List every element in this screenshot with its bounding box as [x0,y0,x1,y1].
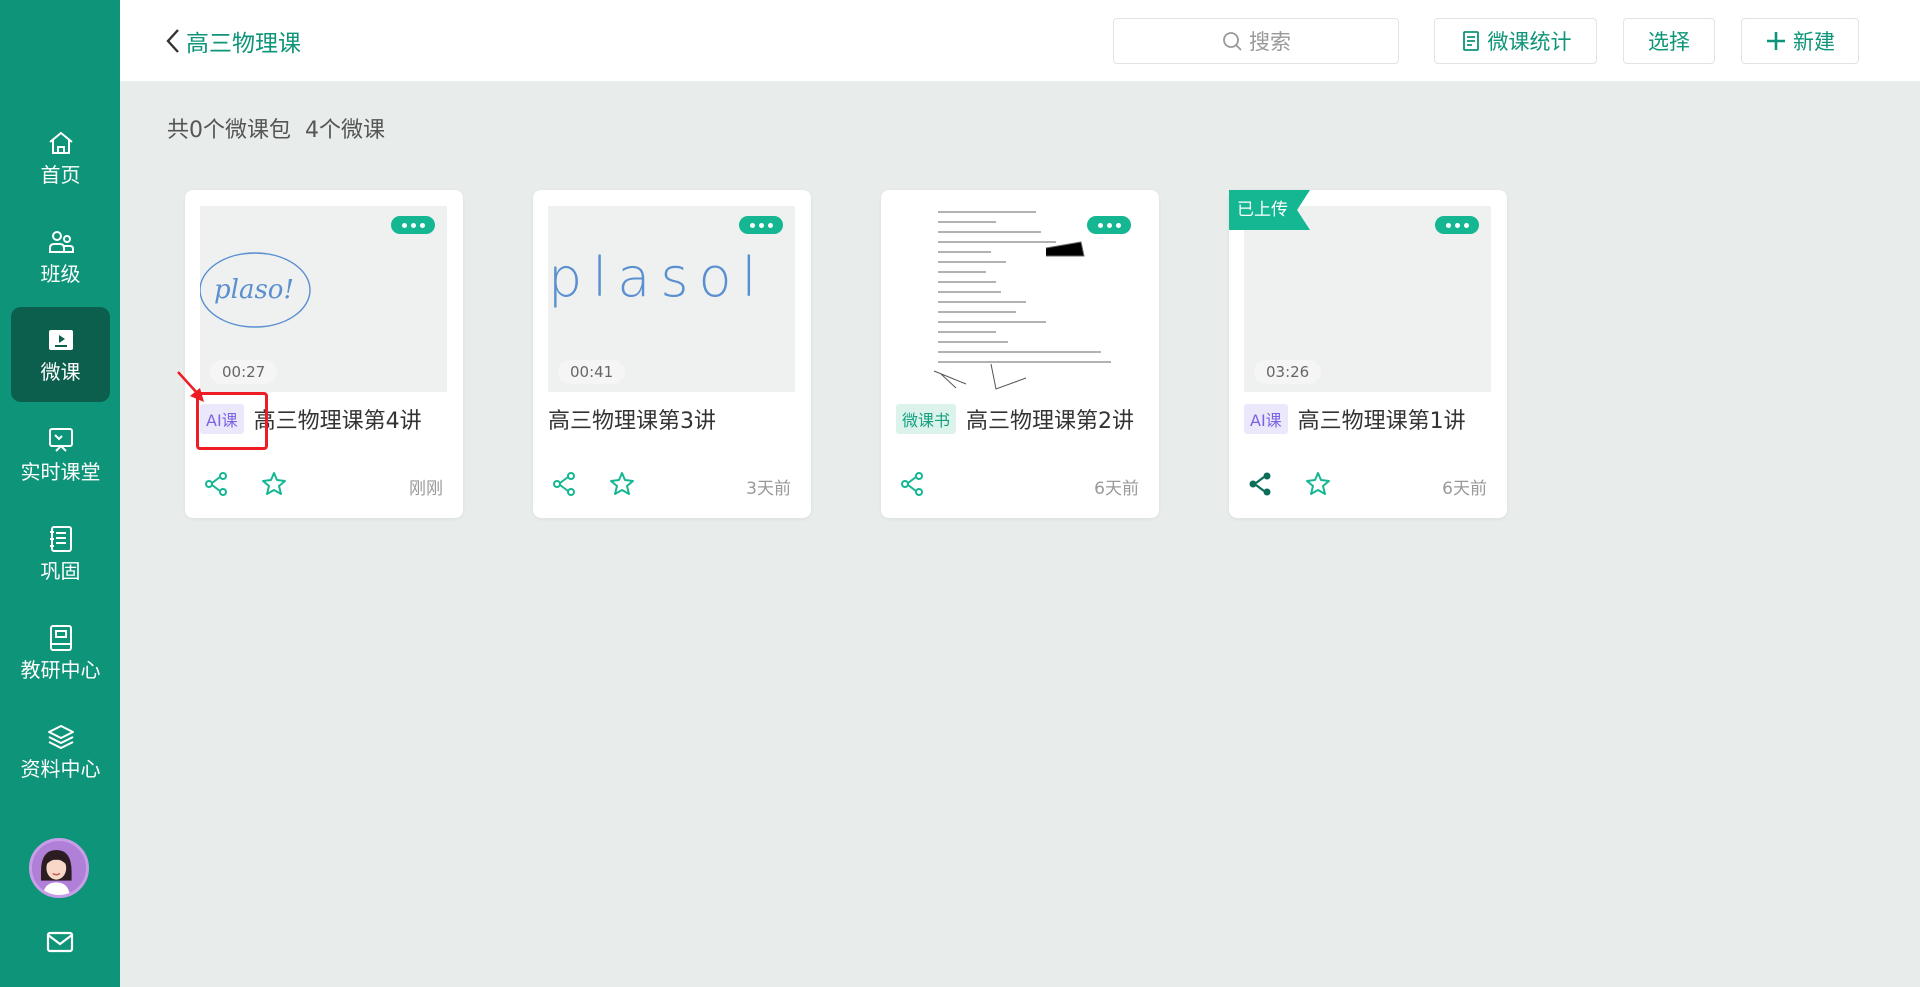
ai-lesson-tag: AI课 [200,404,244,434]
nav-microlesson[interactable]: 微课 [11,307,110,402]
lesson-thumbnail[interactable] [896,206,1143,392]
star-icon[interactable] [1304,470,1332,498]
card-actions [202,470,288,498]
duration-badge: 03:26 [1254,360,1322,384]
microbook-tag: 微课书 [896,404,957,434]
share-icon[interactable] [898,470,926,498]
select-label: 选择 [1648,30,1690,54]
duration-badge: 00:27 [210,360,278,384]
top-header: 高三物理课 搜索 微课统计 选择 新建 [120,0,1920,81]
card-actions [1246,470,1332,498]
avatar-icon [32,843,81,895]
user-avatar[interactable] [29,838,89,898]
book-icon [49,624,72,651]
search-icon [1223,32,1242,51]
lesson-thumbnail[interactable]: plasol 00:41 [548,206,795,392]
ai-lesson-tag: AI课 [1244,404,1288,434]
thumb-text: plaso! [214,275,294,305]
star-icon[interactable] [260,470,288,498]
lesson-title[interactable]: 高三物理课第4讲 [254,403,422,435]
duration-badge: 00:41 [558,360,626,384]
nav-research-center[interactable]: 教研中心 [11,605,110,700]
lesson-title[interactable]: 高三物理课第1讲 [1298,403,1466,435]
microlesson-stats-button[interactable]: 微课统计 [1434,18,1597,64]
nav-consolidate-label: 巩固 [40,558,81,583]
updated-time: 刚刚 [409,479,443,499]
new-button[interactable]: 新建 [1741,18,1859,64]
lesson-thumbnail[interactable]: 03:26 [1244,206,1491,392]
home-icon [48,131,73,154]
select-button[interactable]: 选择 [1623,18,1715,64]
lesson-card[interactable]: 微课书 高三物理课第2讲 6天前 [881,190,1159,518]
card-actions [550,470,636,498]
class-icon [48,230,74,253]
chevron-left-icon [166,29,179,53]
layers-icon [47,724,74,749]
lesson-title[interactable]: 高三物理课第3讲 [548,403,716,435]
nav-home-label: 首页 [40,162,81,187]
lesson-title-row: AI课 高三物理课第4讲 [200,403,422,435]
lesson-card[interactable]: plasol 00:41 高三物理课第3讲 3天前 [533,190,811,518]
star-icon[interactable] [608,470,636,498]
card-actions [898,470,926,498]
document-stats-icon [1462,31,1479,51]
updated-time: 6天前 [1442,479,1487,499]
nav-resource-center[interactable]: 资料中心 [11,704,110,799]
nav-class-label: 班级 [40,261,81,286]
more-options-button[interactable] [1435,216,1479,234]
more-options-button[interactable] [1087,216,1131,234]
search-placeholder: 搜索 [1249,30,1291,54]
updated-time: 6天前 [1094,479,1139,499]
back-button[interactable]: 高三物理课 [164,24,301,58]
more-options-button[interactable] [391,216,435,234]
notebook-icon [49,525,72,552]
more-options-button[interactable] [739,216,783,234]
share-icon[interactable] [1246,470,1274,498]
board-icon [48,427,73,452]
summary-text: 共0个微课包 4个微课 [167,112,385,144]
thumb-text: plasol [548,246,767,309]
lesson-card[interactable]: 03:26 已上传 AI课 高三物理课第1讲 6天前 [1229,190,1507,518]
package-count: 共0个微课包 [167,118,291,143]
lesson-card[interactable]: plaso! 00:27 AI课 高三物理课第4讲 刚刚 [185,190,463,518]
updated-time: 3天前 [746,479,791,499]
nav-home[interactable]: 首页 [11,110,110,205]
mail-icon[interactable] [44,926,76,958]
nav-resource-center-label: 资料中心 [20,756,101,781]
lesson-count: 4个微课 [305,118,385,143]
share-icon[interactable] [202,470,230,498]
search-input[interactable]: 搜索 [1113,18,1399,64]
video-icon [48,329,73,350]
lesson-title-row: AI课 高三物理课第1讲 [1244,403,1466,435]
nav-live-class-label: 实时课堂 [20,459,101,484]
new-label: 新建 [1793,30,1835,54]
sidebar: 首页 班级 微课 实时课堂 巩固 教研中心 资料中心 [0,0,120,987]
plus-icon [1767,32,1785,50]
nav-class[interactable]: 班级 [11,209,110,304]
share-icon[interactable] [550,470,578,498]
lesson-title-row: 高三物理课第3讲 [548,403,716,435]
nav-research-center-label: 教研中心 [20,657,101,682]
microlesson-stats-label: 微课统计 [1487,30,1572,54]
lesson-thumbnail[interactable]: plaso! 00:27 [200,206,447,392]
page-title: 高三物理课 [186,31,301,57]
lesson-title[interactable]: 高三物理课第2讲 [966,403,1134,435]
nav-consolidate[interactable]: 巩固 [11,506,110,601]
lesson-title-row: 微课书 高三物理课第2讲 [896,403,1134,435]
nav-microlesson-label: 微课 [40,359,81,384]
nav-live-class[interactable]: 实时课堂 [11,407,110,502]
